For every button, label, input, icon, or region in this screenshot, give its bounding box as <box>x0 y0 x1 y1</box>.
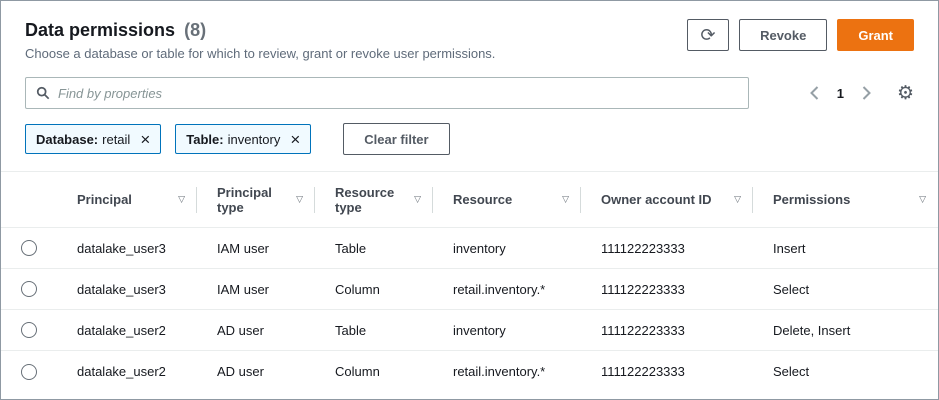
revoke-button[interactable]: Revoke <box>739 19 827 51</box>
column-header-label: Principal <box>77 192 132 207</box>
row-select-cell <box>1 228 57 269</box>
column-header-label: Permissions <box>773 192 850 207</box>
cell-resource: inventory <box>433 310 581 351</box>
filter-chip-label: Table: <box>186 132 223 147</box>
table-header-row: Principal ▽ Principal type ▽ Resource ty… <box>1 172 938 228</box>
sort-icon[interactable]: ▽ <box>296 194 303 205</box>
cell-principal: datalake_user2 <box>57 310 197 351</box>
refresh-button[interactable]: ⟳ <box>687 19 729 51</box>
table-row: datalake_user2 AD user Table inventory 1… <box>1 310 938 351</box>
chevron-left-icon <box>810 86 819 100</box>
column-header-permissions[interactable]: Permissions ▽ <box>753 172 938 228</box>
filter-chip-table: Table: inventory × <box>175 124 311 154</box>
remove-filter-icon[interactable]: × <box>138 131 152 148</box>
column-header-principal[interactable]: Principal ▽ <box>57 172 197 228</box>
cell-owner-account-id: 111122223333 <box>581 351 753 392</box>
row-radio-button[interactable] <box>21 281 37 297</box>
refresh-icon: ⟳ <box>701 25 716 46</box>
page-top-section: Data permissions (8) Choose a database o… <box>1 1 938 155</box>
search-box[interactable] <box>25 77 749 109</box>
cell-resource: inventory <box>433 228 581 269</box>
column-header-principal-type[interactable]: Principal type ▽ <box>197 172 315 228</box>
clear-filter-button[interactable]: Clear filter <box>343 123 449 155</box>
search-icon <box>36 86 50 100</box>
page-header: Data permissions (8) Choose a database o… <box>25 19 914 61</box>
search-input[interactable] <box>58 86 738 101</box>
cell-owner-account-id: 111122223333 <box>581 228 753 269</box>
header-actions: ⟳ Revoke Grant <box>687 19 914 51</box>
sort-icon[interactable]: ▽ <box>562 194 569 205</box>
data-permissions-page: Data permissions (8) Choose a database o… <box>0 0 939 400</box>
cell-principal: datalake_user2 <box>57 351 197 392</box>
cell-resource-type: Column <box>315 269 433 310</box>
filter-chip-label: Database: <box>36 132 98 147</box>
cell-resource-type: Table <box>315 228 433 269</box>
page-subtitle: Choose a database or table for which to … <box>25 46 495 61</box>
cell-owner-account-id: 111122223333 <box>581 269 753 310</box>
sort-icon[interactable]: ▽ <box>734 194 741 205</box>
radio-column-header <box>1 172 57 228</box>
pagination: 1 <box>808 84 873 102</box>
filter-chip-database: Database: retail × <box>25 124 161 154</box>
cell-resource: retail.inventory.* <box>433 351 581 392</box>
table-row: datalake_user2 AD user Column retail.inv… <box>1 351 938 392</box>
chevron-right-icon <box>862 86 871 100</box>
remove-filter-icon[interactable]: × <box>288 131 302 148</box>
cell-principal: datalake_user3 <box>57 269 197 310</box>
previous-page-button[interactable] <box>808 84 821 102</box>
row-select-cell <box>1 310 57 351</box>
sort-icon[interactable]: ▽ <box>919 194 926 205</box>
row-radio-button[interactable] <box>21 364 37 380</box>
column-header-label: Principal type <box>217 185 290 215</box>
row-radio-button[interactable] <box>21 240 37 256</box>
next-page-button[interactable] <box>860 84 873 102</box>
current-page-number[interactable]: 1 <box>837 86 844 101</box>
column-header-resource[interactable]: Resource ▽ <box>433 172 581 228</box>
column-header-label: Resource <box>453 192 512 207</box>
column-header-label: Owner account ID <box>601 192 712 207</box>
table-row: datalake_user3 IAM user Table inventory … <box>1 228 938 269</box>
cell-principal-type: IAM user <box>197 228 315 269</box>
sort-icon[interactable]: ▽ <box>178 194 185 205</box>
title-area: Data permissions (8) Choose a database o… <box>25 19 495 61</box>
row-select-cell <box>1 351 57 392</box>
settings-button[interactable]: ⚙ <box>897 84 914 103</box>
column-header-label: Resource type <box>335 185 408 215</box>
toolbar: 1 ⚙ <box>25 77 914 109</box>
cell-resource-type: Table <box>315 310 433 351</box>
cell-principal-type: IAM user <box>197 269 315 310</box>
gear-icon: ⚙ <box>897 83 914 104</box>
cell-permissions: Insert <box>753 228 938 269</box>
cell-principal: datalake_user3 <box>57 228 197 269</box>
filter-chip-value: inventory <box>228 132 281 147</box>
cell-permissions: Select <box>753 269 938 310</box>
cell-principal-type: AD user <box>197 351 315 392</box>
column-header-resource-type[interactable]: Resource type ▽ <box>315 172 433 228</box>
column-header-owner-account-id[interactable]: Owner account ID ▽ <box>581 172 753 228</box>
permissions-table: Principal ▽ Principal type ▽ Resource ty… <box>1 171 938 392</box>
sort-icon[interactable]: ▽ <box>414 194 421 205</box>
cell-resource-type: Column <box>315 351 433 392</box>
page-title-count: (8) <box>184 20 206 40</box>
cell-permissions: Delete, Insert <box>753 310 938 351</box>
cell-owner-account-id: 111122223333 <box>581 310 753 351</box>
page-title: Data permissions (8) <box>25 19 495 41</box>
cell-resource: retail.inventory.* <box>433 269 581 310</box>
cell-permissions: Select <box>753 351 938 392</box>
filter-chip-value: retail <box>102 132 130 147</box>
page-title-text: Data permissions <box>25 20 175 40</box>
filter-row: Database: retail × Table: inventory × Cl… <box>25 123 914 155</box>
table-row: datalake_user3 IAM user Column retail.in… <box>1 269 938 310</box>
row-select-cell <box>1 269 57 310</box>
cell-principal-type: AD user <box>197 310 315 351</box>
row-radio-button[interactable] <box>21 322 37 338</box>
grant-button[interactable]: Grant <box>837 19 914 51</box>
